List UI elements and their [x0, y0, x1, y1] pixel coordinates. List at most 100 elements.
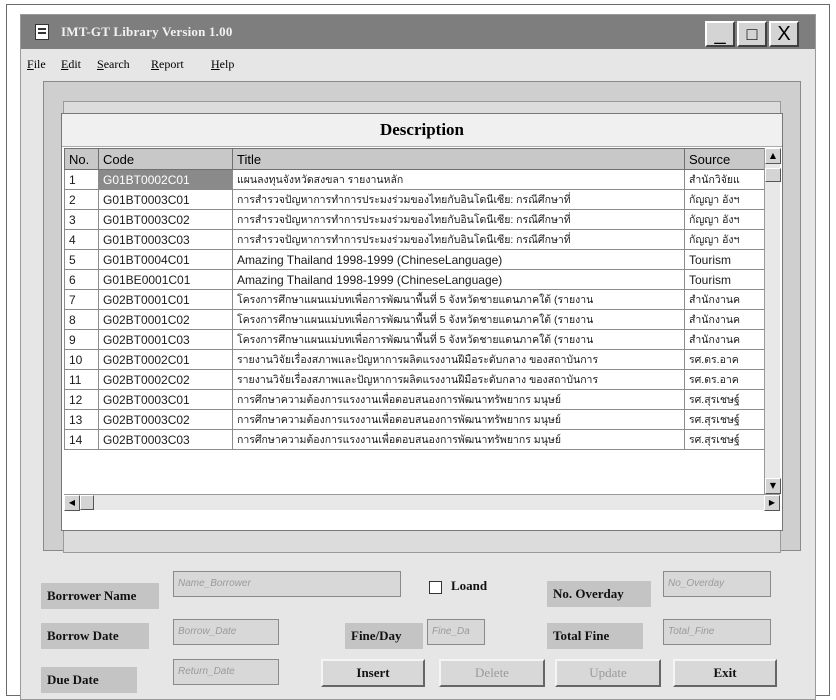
col-header-no[interactable]: No.: [64, 148, 99, 170]
due-date-label: Due Date: [41, 667, 137, 693]
cell-no: 11: [64, 369, 99, 390]
table-row[interactable]: 11 G02BT0002C02 รายงานวิจัยเรื่องสภาพและปั…: [64, 369, 765, 390]
delete-button[interactable]: Delete: [439, 659, 545, 687]
table-row[interactable]: 8 G02BT0001C02 โครงการศึกษาแผนแม่บทเพื่อกา…: [64, 309, 765, 330]
menu-report[interactable]: Report: [151, 57, 184, 72]
cell-code: G01BT0003C01: [98, 189, 233, 210]
title-bar[interactable]: IMT-GT Library Version 1.00 _ □ X: [21, 15, 815, 49]
maximize-button[interactable]: □: [737, 21, 767, 47]
menu-help-label: elp: [219, 57, 235, 71]
header-row: No. Code Title Source: [64, 148, 765, 170]
cell-no: 6: [64, 269, 99, 290]
borrow-date-field[interactable]: Borrow_Date: [173, 619, 279, 645]
menu-edit[interactable]: Edit: [61, 57, 81, 72]
table-row[interactable]: 6 G01BE0001C01 Amazing Thailand 1998-1999 …: [64, 269, 765, 290]
fine-day-field[interactable]: Fine_Da: [427, 619, 485, 645]
cell-source: สำนักวิจัยแ: [684, 169, 765, 190]
menu-search[interactable]: Search: [97, 57, 130, 72]
cell-title: การศึกษาความต้องการแรงงานเพื่อตอบสนองการ…: [232, 409, 685, 430]
cell-source: Tourism: [684, 249, 765, 270]
window-title: IMT-GT Library Version 1.00: [61, 24, 233, 39]
cell-source: รศ.สุรเชษฐ์: [684, 429, 765, 450]
records-grid[interactable]: Description No. Code Title Source 1 G01BT…: [61, 113, 783, 531]
menu-report-label: eport: [159, 57, 184, 71]
total-fine-field[interactable]: Total_Fine: [663, 619, 771, 645]
scroll-thumb-h[interactable]: [80, 495, 94, 510]
menu-file[interactable]: File: [27, 57, 46, 72]
menu-report-accel: R: [151, 57, 160, 71]
cell-title: การศึกษาความต้องการแรงงานเพื่อตอบสนองการ…: [232, 429, 685, 450]
cell-code: G01BE0001C01: [98, 269, 233, 290]
loand-checkbox[interactable]: [429, 581, 442, 594]
table-row[interactable]: 10 G02BT0002C01 รายงานวิจัยเรื่องสภาพและปั…: [64, 349, 765, 370]
menu-search-accel: S: [97, 57, 104, 71]
table-row[interactable]: 13 G02BT0003C02 การศึกษาความต้องการแรงงานเ…: [64, 409, 765, 430]
cell-code: G02BT0001C01: [98, 289, 233, 310]
table-row[interactable]: 12 G02BT0003C01 การศึกษาความต้องการแรงงานเ…: [64, 389, 765, 410]
cell-title: รายงานวิจัยเรื่องสภาพและปัญหาการผลิตแรงง…: [232, 369, 685, 390]
fine-day-label: Fine/Day: [345, 623, 423, 649]
horizontal-scrollbar[interactable]: ◀ ▶: [64, 494, 780, 511]
menu-help-accel: H: [211, 57, 220, 71]
menu-bar: File Edit Search Report Help: [21, 51, 815, 77]
cell-no: 9: [64, 329, 99, 350]
minimize-button[interactable]: _: [705, 21, 735, 47]
cell-title: Amazing Thailand 1998-1999 (ChineseLangu…: [232, 249, 685, 270]
cell-code: G02BT0002C01: [98, 349, 233, 370]
cell-no: 2: [64, 189, 99, 210]
cell-no: 4: [64, 229, 99, 250]
insert-button[interactable]: Insert: [321, 659, 425, 687]
scroll-down-icon[interactable]: ▼: [765, 478, 781, 494]
cell-no: 13: [64, 409, 99, 430]
borrower-name-field[interactable]: Name_Borrower: [173, 571, 401, 597]
cell-code: G02BT0003C03: [98, 429, 233, 450]
scroll-right-icon[interactable]: ▶: [764, 495, 780, 511]
col-header-title[interactable]: Title: [232, 148, 685, 170]
cell-title: การศึกษาความต้องการแรงงานเพื่อตอบสนองการ…: [232, 389, 685, 410]
cell-title: การสำรวจปัญหาการทำการประมงร่วมของไทยกับอ…: [232, 229, 685, 250]
table-row[interactable]: 1 G01BT0002C01 แผนลงทุนจังหวัดสงขลา รายงาน…: [64, 169, 765, 190]
cell-no: 7: [64, 289, 99, 310]
due-date-field[interactable]: Return_Date: [173, 659, 279, 685]
borrow-date-label: Borrow Date: [41, 623, 149, 649]
cell-code: G02BT0003C01: [98, 389, 233, 410]
cell-source: กัญญา อังฯ: [684, 209, 765, 230]
exit-button[interactable]: Exit: [673, 659, 777, 687]
vertical-scrollbar[interactable]: ▲ ▼: [764, 148, 781, 494]
col-header-code[interactable]: Code: [98, 148, 233, 170]
cell-code: G02BT0001C03: [98, 329, 233, 350]
table-row[interactable]: 4 G01BT0003C03 การสำรวจปัญหาการทำการประมงร…: [64, 229, 765, 250]
cell-source: สำนักงานค: [684, 289, 765, 310]
cell-no: 5: [64, 249, 99, 270]
cell-code: G02BT0003C02: [98, 409, 233, 430]
update-button[interactable]: Update: [555, 659, 661, 687]
menu-help[interactable]: Help: [211, 57, 234, 72]
table-row[interactable]: 2 G01BT0003C01 การสำรวจปัญหาการทำการประมงร…: [64, 189, 765, 210]
cell-source: กัญญา อังฯ: [684, 189, 765, 210]
table-row[interactable]: 7 G02BT0001C01 โครงการศึกษาแผนแม่บทเพื่อกา…: [64, 289, 765, 310]
app-window: IMT-GT Library Version 1.00 _ □ X File E…: [20, 14, 816, 700]
scroll-up-icon[interactable]: ▲: [765, 148, 781, 164]
cell-code: G01BT0003C03: [98, 229, 233, 250]
cell-source: รศ.สุรเชษฐ์: [684, 389, 765, 410]
cell-no: 1: [64, 169, 99, 190]
cell-code: G02BT0001C02: [98, 309, 233, 330]
cell-source: สำนักงานค: [684, 309, 765, 330]
table-row[interactable]: 9 G02BT0001C03 โครงการศึกษาแผนแม่บทเพื่อกา…: [64, 329, 765, 350]
cell-no: 12: [64, 389, 99, 410]
close-button[interactable]: X: [769, 21, 799, 47]
overday-field[interactable]: No_Overday: [663, 571, 771, 597]
cell-title: โครงการศึกษาแผนแม่บทเพื่อการพัฒนาพื้นที่…: [232, 309, 685, 330]
table-row[interactable]: 3 G01BT0003C02 การสำรวจปัญหาการทำการประมงร…: [64, 209, 765, 230]
scroll-thumb-v[interactable]: [765, 168, 781, 182]
loand-label: Loand: [451, 578, 488, 593]
menu-edit-label: dit: [68, 57, 82, 71]
total-fine-label: Total Fine: [547, 623, 643, 649]
table-row[interactable]: 14 G02BT0003C03 การศึกษาความต้องการแรงงานเ…: [64, 429, 765, 450]
cell-source: Tourism: [684, 269, 765, 290]
col-header-source[interactable]: Source: [684, 148, 765, 170]
scroll-left-icon[interactable]: ◀: [64, 495, 80, 511]
table-row[interactable]: 5 G01BT0004C01 Amazing Thailand 1998-1999 …: [64, 249, 765, 270]
cell-title: การสำรวจปัญหาการทำการประมงร่วมของไทยกับอ…: [232, 209, 685, 230]
overday-label: No. Overday: [547, 581, 651, 607]
